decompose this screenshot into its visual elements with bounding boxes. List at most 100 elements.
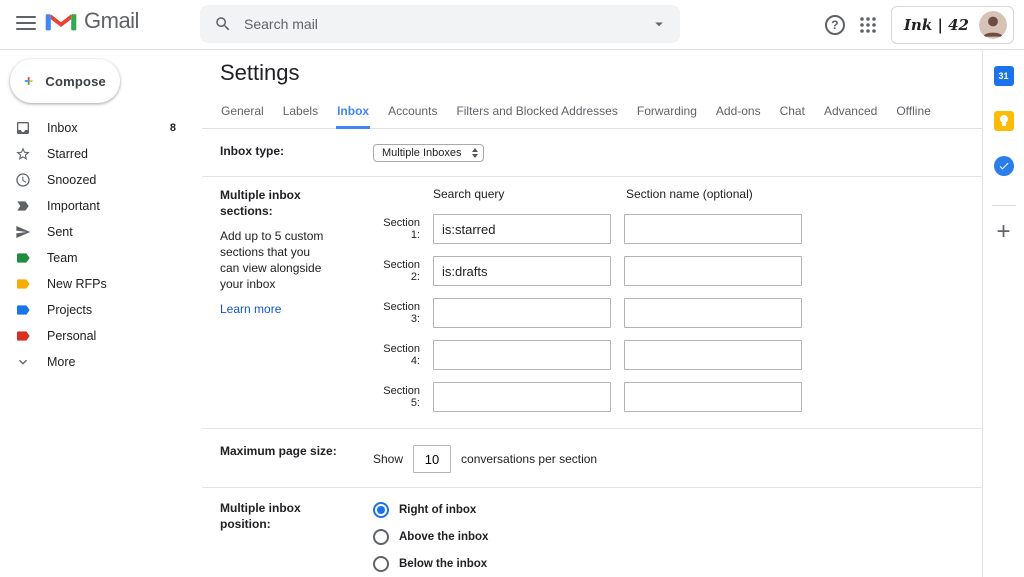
page-title: Settings — [220, 60, 982, 86]
sidebar-item-sent[interactable]: Sent — [0, 219, 200, 245]
search-input[interactable] — [244, 16, 650, 32]
rail-divider — [992, 205, 1016, 206]
topbar-actions: ? Ink | 42 — [825, 0, 1014, 50]
sidebar-item-important[interactable]: Important — [0, 193, 200, 219]
section-1-label: Section 1: — [373, 217, 420, 241]
hamburger-menu-icon[interactable] — [16, 13, 36, 33]
sidebar-item-starred[interactable]: Starred — [0, 141, 200, 167]
section-1-name-input[interactable] — [624, 214, 802, 244]
tab-filters-and-blocked-addresses[interactable]: Filters and Blocked Addresses — [455, 99, 618, 129]
section-2-name-input[interactable] — [624, 256, 802, 286]
tab-advanced[interactable]: Advanced — [823, 99, 878, 129]
calendar-icon[interactable]: 31 — [994, 66, 1014, 86]
position-label: Multiple inbox position: — [220, 500, 373, 572]
tab-forwarding[interactable]: Forwarding — [636, 99, 698, 129]
tab-general[interactable]: General — [220, 99, 265, 129]
section-1-query-input[interactable] — [433, 214, 611, 244]
sections-description: Add up to 5 custom sections that you can… — [220, 228, 332, 292]
sidebar-item-label: Team — [47, 251, 78, 265]
tab-offline[interactable]: Offline — [895, 99, 931, 129]
section-4-name-input[interactable] — [624, 340, 802, 370]
radio-below-the-inbox[interactable]: Below the inbox — [373, 556, 982, 572]
workspace-logo: Ink | 42 — [904, 16, 969, 34]
sections-row: Multiple inbox sections: Add up to 5 cus… — [202, 177, 982, 429]
page-size-prefix: Show — [373, 452, 403, 466]
inbox-type-select[interactable]: Multiple Inboxes — [373, 144, 484, 162]
sidebar-item-label: Projects — [47, 303, 92, 317]
account-area[interactable]: Ink | 42 — [891, 6, 1014, 44]
get-add-ons-plus-icon[interactable]: + — [996, 222, 1010, 242]
gmail-settings-screen: Gmail ? Ink | 42 — [0, 0, 1024, 577]
star-icon — [14, 145, 32, 163]
label-tag-icon — [14, 275, 32, 293]
keep-icon[interactable] — [994, 111, 1014, 131]
section-3-query-input[interactable] — [433, 298, 611, 328]
radio-button-icon[interactable] — [373, 502, 389, 518]
section-row-2: Section 2: — [373, 256, 982, 286]
tab-labels[interactable]: Labels — [282, 99, 319, 129]
help-icon[interactable]: ? — [825, 15, 845, 35]
right-side-panel: 31 + — [982, 50, 1024, 577]
search-bar[interactable] — [200, 5, 680, 43]
radio-label: Above the inbox — [399, 531, 488, 543]
sidebar-item-label-personal[interactable]: Personal — [0, 323, 200, 349]
inbox-icon — [14, 119, 32, 137]
radio-label: Below the inbox — [399, 558, 487, 570]
compose-label: Compose — [45, 74, 106, 89]
radio-button-icon[interactable] — [373, 556, 389, 572]
radio-right-of-inbox[interactable]: Right of inbox — [373, 502, 982, 518]
section-3-name-input[interactable] — [624, 298, 802, 328]
sidebar-item-label: Inbox — [47, 121, 78, 135]
section-2-label: Section 2: — [373, 259, 420, 283]
sidebar-item-label: Starred — [47, 147, 88, 161]
important-marker-icon — [14, 197, 32, 215]
page-size-row: Maximum page size: Show conversations pe… — [202, 429, 982, 488]
inbox-unread-count: 8 — [170, 122, 176, 134]
sidebar-item-label-projects[interactable]: Projects — [0, 297, 200, 323]
section-5-query-input[interactable] — [433, 382, 611, 412]
sidebar-item-label: Personal — [47, 329, 96, 343]
learn-more-link[interactable]: Learn more — [220, 301, 281, 317]
brand-text: Gmail — [84, 8, 139, 34]
sidebar-item-label-team[interactable]: Team — [0, 245, 200, 271]
section-5-name-input[interactable] — [624, 382, 802, 412]
sidebar-item-more[interactable]: More — [0, 349, 200, 375]
position-row: Multiple inbox position: Right of inbox … — [202, 488, 982, 577]
apps-grid-icon[interactable] — [859, 16, 877, 34]
section-row-3: Section 3: — [373, 298, 982, 328]
sidebar-item-label: Important — [47, 199, 100, 213]
send-icon — [14, 223, 32, 241]
radio-above-the-inbox[interactable]: Above the inbox — [373, 529, 982, 545]
sidebar-item-snoozed[interactable]: Snoozed — [0, 167, 200, 193]
compose-button[interactable]: Compose — [10, 59, 120, 103]
section-4-label: Section 4: — [373, 343, 420, 367]
tab-accounts[interactable]: Accounts — [387, 99, 438, 129]
sidebar-nav: Inbox 8 Starred Snoozed Important Sent — [0, 115, 200, 375]
tab-inbox[interactable]: Inbox — [336, 99, 370, 129]
inbox-type-label: Inbox type: — [220, 143, 373, 162]
gmail-m-icon — [44, 8, 78, 34]
sidebar-item-inbox[interactable]: Inbox 8 — [0, 115, 200, 141]
topbar: Gmail ? Ink | 42 — [0, 0, 1024, 50]
section-2-query-input[interactable] — [433, 256, 611, 286]
sidebar-item-label: New RFPs — [47, 277, 107, 291]
search-options-chevron-icon[interactable] — [650, 15, 668, 33]
gmail-logo[interactable]: Gmail — [44, 8, 139, 34]
section-4-query-input[interactable] — [433, 340, 611, 370]
sidebar: Compose Inbox 8 Starred Snoozed Importan… — [0, 50, 200, 577]
tab-chat[interactable]: Chat — [779, 99, 806, 129]
search-icon[interactable] — [214, 15, 232, 33]
page-size-input[interactable] — [413, 445, 451, 473]
sections-label-block: Multiple inbox sections: Add up to 5 cus… — [220, 187, 373, 412]
tasks-icon[interactable] — [994, 156, 1014, 176]
radio-button-icon[interactable] — [373, 529, 389, 545]
sidebar-item-label-new-rfps[interactable]: New RFPs — [0, 271, 200, 297]
tab-add-ons[interactable]: Add-ons — [715, 99, 762, 129]
clock-icon — [14, 171, 32, 189]
avatar[interactable] — [979, 11, 1007, 39]
section-3-label: Section 3: — [373, 301, 420, 325]
select-arrows-icon — [472, 148, 478, 158]
search-query-header: Search query — [433, 187, 504, 201]
inbox-type-row: Inbox type: Multiple Inboxes — [202, 129, 982, 177]
settings-main: Settings General Labels Inbox Accounts F… — [202, 50, 982, 577]
